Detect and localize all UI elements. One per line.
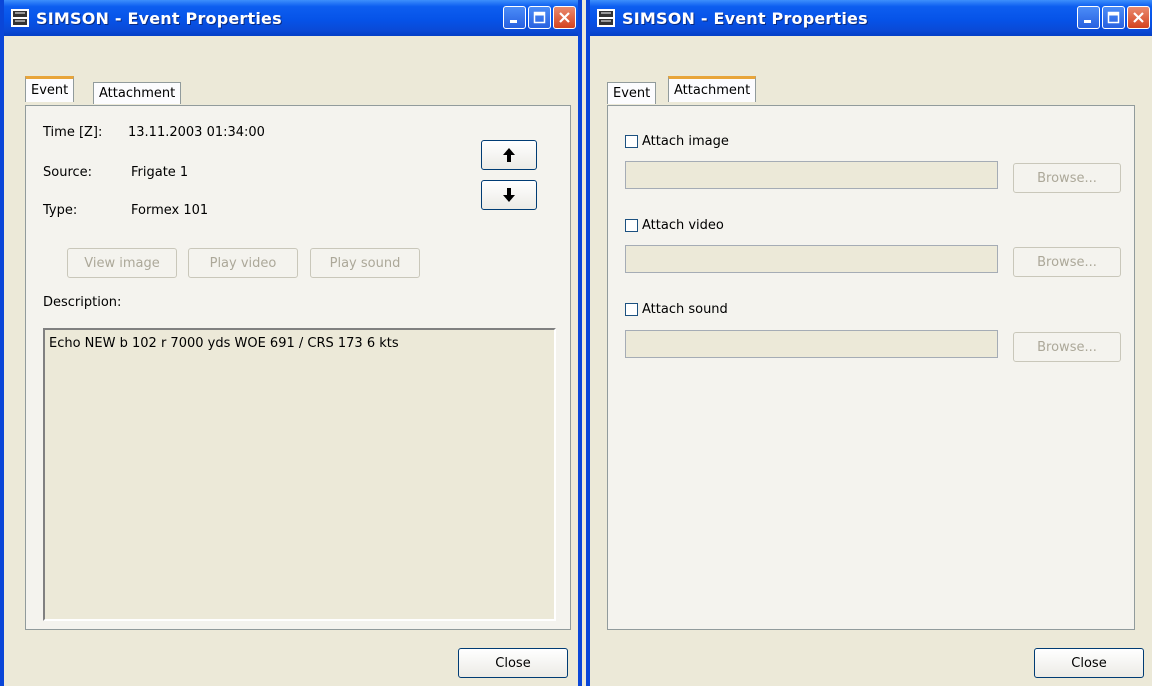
next-event-button[interactable] [481, 180, 537, 210]
play-video-button[interactable]: Play video [188, 248, 298, 278]
tab-event[interactable]: Event [607, 82, 657, 104]
type-label: Type: [43, 203, 78, 218]
description-field[interactable]: Echo NEW b 102 r 7000 yds WOE 691 / CRS … [43, 328, 556, 621]
title-bar[interactable]: SIMSON - Event Properties [590, 0, 1152, 36]
arrow-up-icon [503, 148, 515, 162]
type-value: Formex 101 [131, 203, 209, 218]
checkbox-box[interactable] [625, 219, 638, 232]
close-icon[interactable] [1127, 6, 1150, 29]
close-button[interactable]: Close [1034, 648, 1144, 678]
time-value: 13.11.2003 01:34:00 [128, 125, 265, 140]
maximize-icon[interactable] [528, 6, 551, 29]
checkbox-box[interactable] [625, 303, 638, 316]
attach-video-path-input[interactable] [625, 245, 998, 273]
minimize-icon[interactable] [503, 6, 526, 29]
maximize-icon[interactable] [1102, 6, 1125, 29]
description-text: Echo NEW b 102 r 7000 yds WOE 691 / CRS … [49, 336, 399, 351]
attachment-tab-panel: Attach image Browse... Attach video Brow… [607, 105, 1135, 630]
play-sound-button[interactable]: Play sound [310, 248, 420, 278]
attach-video-label: Attach video [642, 218, 724, 233]
simson-logo-icon [10, 8, 30, 28]
minimize-icon[interactable] [1077, 6, 1100, 29]
simson-logo-icon [596, 8, 616, 28]
attach-image-path-input[interactable] [625, 161, 998, 189]
close-button[interactable]: Close [458, 648, 568, 678]
attach-video-checkbox[interactable]: Attach video [625, 218, 724, 233]
arrow-down-icon [503, 188, 515, 202]
source-value: Frigate 1 [131, 165, 189, 180]
time-label: Time [Z]: [43, 125, 103, 140]
previous-event-button[interactable] [481, 140, 537, 170]
event-properties-window-event: SIMSON - Event Properties Event Attachme… [0, 0, 582, 686]
tab-attachment[interactable]: Attachment [93, 82, 182, 104]
tab-attachment[interactable]: Attachment [668, 76, 757, 102]
close-icon[interactable] [553, 6, 576, 29]
browse-video-button[interactable]: Browse... [1013, 247, 1121, 277]
source-label: Source: [43, 165, 93, 180]
view-image-button[interactable]: View image [67, 248, 177, 278]
checkbox-box[interactable] [625, 135, 638, 148]
tab-event[interactable]: Event [25, 76, 75, 102]
attach-image-label: Attach image [642, 134, 729, 149]
description-label: Description: [43, 295, 122, 310]
window-title: SIMSON - Event Properties [36, 8, 282, 28]
attach-image-checkbox[interactable]: Attach image [625, 134, 729, 149]
event-properties-window-attachment: SIMSON - Event Properties Event Attachme… [586, 0, 1152, 686]
browse-image-button[interactable]: Browse... [1013, 163, 1121, 193]
title-bar[interactable]: SIMSON - Event Properties [4, 0, 578, 36]
window-title: SIMSON - Event Properties [622, 8, 868, 28]
browse-sound-button[interactable]: Browse... [1013, 332, 1121, 362]
attach-sound-label: Attach sound [642, 302, 728, 317]
attach-sound-path-input[interactable] [625, 330, 998, 358]
event-tab-panel: Time [Z]: 13.11.2003 01:34:00 Source: Fr… [25, 105, 571, 630]
attach-sound-checkbox[interactable]: Attach sound [625, 302, 728, 317]
